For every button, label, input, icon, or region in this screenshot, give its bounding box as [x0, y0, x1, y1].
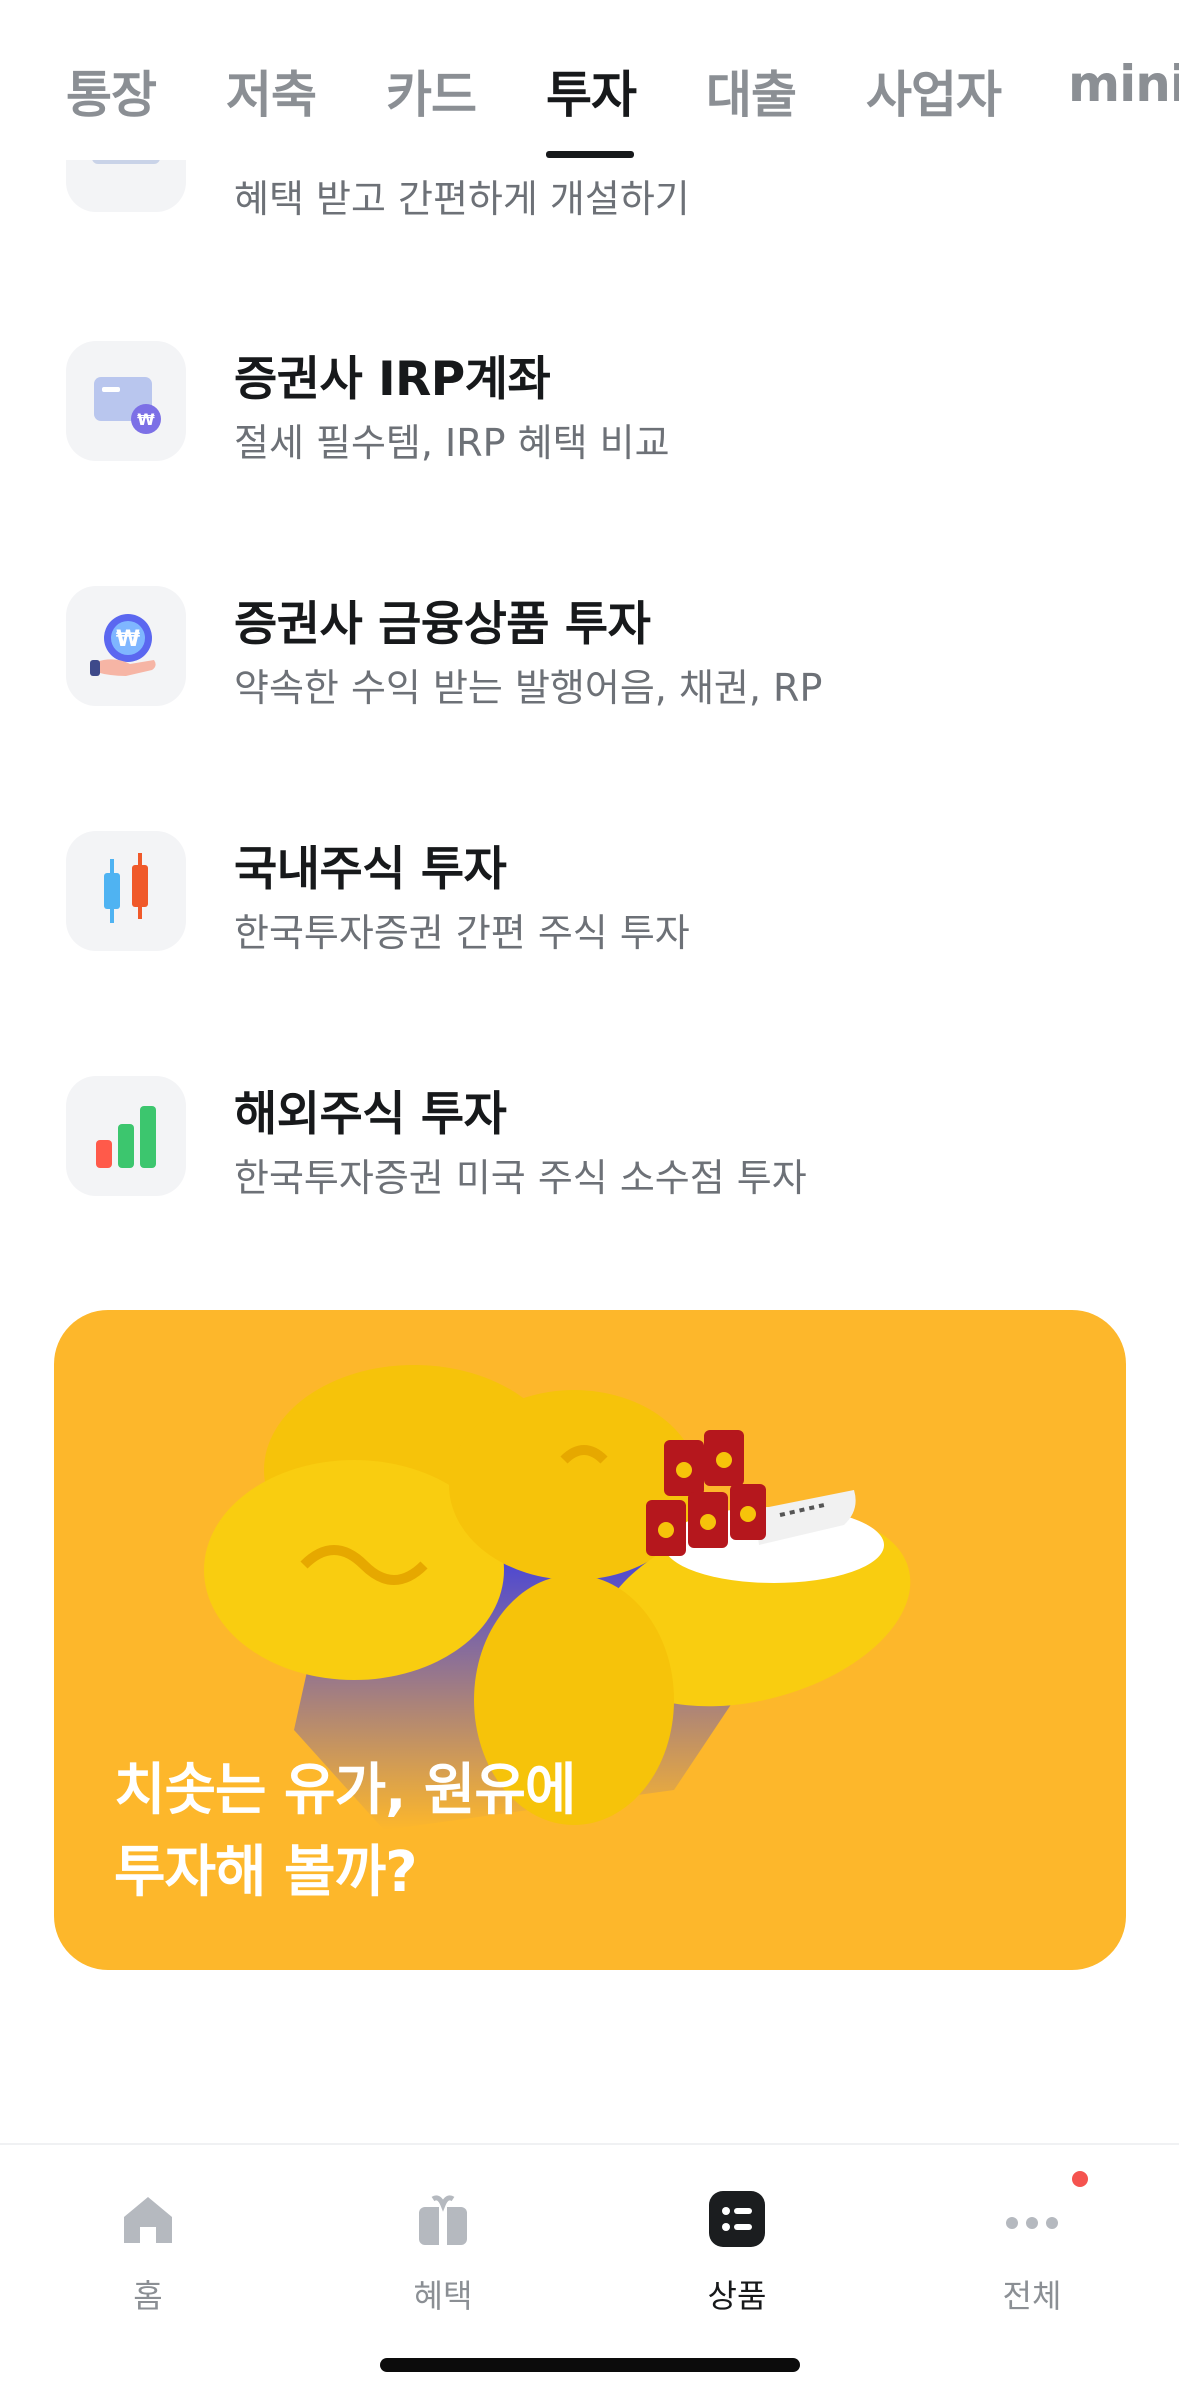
product-title: 증권사 IRP계좌	[234, 352, 551, 407]
home-icon	[124, 2197, 172, 2243]
oil-investment-banner[interactable]: 치솟는 유가, 원유에 투자해 볼까?	[54, 1310, 1126, 1970]
product-row-securities-products[interactable]: ₩ 증권사 금융상품 투자 약속한 수익 받는 발행어음, 채권, RP	[0, 545, 1179, 745]
nav-benefits[interactable]: 혜택	[343, 2171, 543, 2315]
product-row-irp[interactable]: ₩ 증권사 IRP계좌 절세 필수템, IRP 혜택 비교	[0, 300, 1179, 500]
candlestick-icon	[66, 831, 186, 951]
nav-label: 전체	[1002, 2277, 1062, 2315]
notification-badge	[1072, 2171, 1088, 2187]
irp-card-icon: ₩	[66, 341, 186, 461]
gift-icon	[419, 2195, 467, 2245]
active-tab-indicator	[546, 151, 634, 158]
product-subtitle: 혜택 받고 간편하게 개설하기	[234, 177, 690, 221]
svg-text:₩: ₩	[137, 410, 155, 429]
more-icon	[1006, 2217, 1058, 2229]
tab-mini[interactable]: mini	[1068, 55, 1179, 113]
banner-line-1: 치솟는 유가, 원유에	[114, 1758, 576, 1823]
tab-loan[interactable]: 대출	[706, 55, 797, 127]
product-subtitle: 한국투자증권 미국 주식 소수점 투자	[234, 1156, 807, 1200]
product-subtitle: 한국투자증권 간편 주식 투자	[234, 911, 690, 955]
product-title: 해외주식 투자	[234, 1087, 507, 1142]
tab-savings[interactable]: 저축	[226, 55, 317, 127]
product-title: 증권사 금융상품 투자	[234, 597, 651, 652]
product-row-overseas-stock[interactable]: 해외주식 투자 한국투자증권 미국 주식 소수점 투자	[0, 1035, 1179, 1235]
products-icon	[709, 2191, 765, 2247]
won-coin-hand-icon: ₩	[66, 586, 186, 706]
nav-label: 혜택	[413, 2277, 473, 2315]
product-subtitle: 절세 필수템, IRP 혜택 비교	[234, 421, 670, 465]
bar-chart-icon	[66, 1076, 186, 1196]
tab-business[interactable]: 사업자	[866, 55, 1002, 127]
svg-text:₩: ₩	[116, 627, 140, 652]
tab-account[interactable]: 통장	[66, 55, 157, 127]
nav-all[interactable]: 전체	[932, 2171, 1132, 2315]
tab-investment[interactable]: 투자	[546, 55, 637, 127]
product-title: 국내주식 투자	[234, 842, 507, 897]
nav-label: 상품	[707, 2277, 767, 2315]
product-row-domestic-stock[interactable]: 국내주식 투자 한국투자증권 간편 주식 투자	[0, 790, 1179, 990]
product-subtitle: 약속한 수익 받는 발행어음, 채권, RP	[234, 666, 823, 710]
banner-headline: 치솟는 유가, 원유에 투자해 볼까?	[114, 1750, 576, 1914]
nav-label: 홈	[133, 2277, 163, 2315]
nav-products[interactable]: 상품	[637, 2171, 837, 2315]
banner-line-2: 투자해 볼까?	[114, 1840, 418, 1905]
tab-card[interactable]: 카드	[386, 55, 477, 127]
category-tab-bar: 통장 저축 카드 투자 대출 사업자 mini	[0, 0, 1179, 160]
nav-home[interactable]: 홈	[48, 2171, 248, 2315]
home-indicator	[380, 2358, 800, 2372]
